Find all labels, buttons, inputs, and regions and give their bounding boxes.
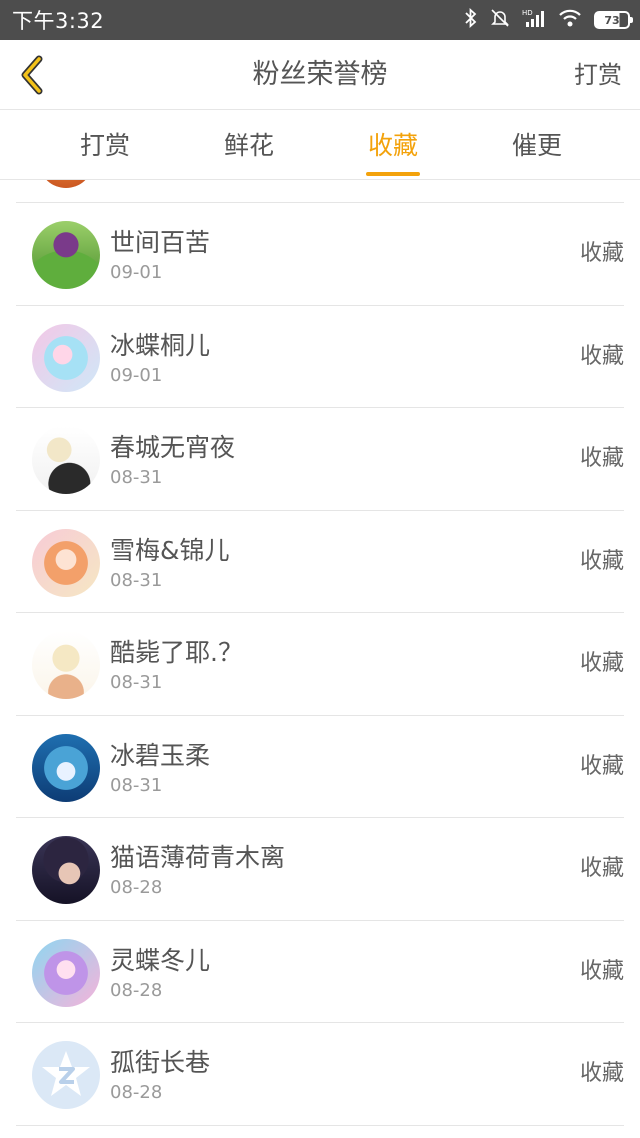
list-item[interactable]: 春城无宵夜 08-31 收藏 bbox=[16, 408, 624, 511]
fan-name: 雪梅&锦儿 bbox=[110, 535, 230, 565]
list-item[interactable]: 猫语薄荷青木离 08-28 收藏 bbox=[16, 818, 624, 921]
fan-date: 09-01 bbox=[110, 364, 163, 386]
fan-action: 收藏 bbox=[579, 856, 624, 881]
reward-button[interactable]: 打赏 bbox=[574, 40, 622, 110]
fan-action: 收藏 bbox=[579, 241, 624, 266]
list-item[interactable]: 酷毙了耶.？ 08-31 收藏 bbox=[16, 613, 624, 716]
tab-reward[interactable]: 打赏 bbox=[33, 110, 177, 180]
battery-level: 73 bbox=[604, 13, 620, 27]
fan-name: 春城无宵夜 bbox=[110, 433, 236, 462]
active-tab-indicator bbox=[366, 172, 420, 176]
svg-text:HD: HD bbox=[522, 9, 533, 17]
fan-date: 08-31 bbox=[110, 672, 163, 693]
fan-action: 收藏 bbox=[579, 446, 624, 471]
wifi-icon bbox=[558, 8, 582, 32]
fan-action: 收藏 bbox=[579, 958, 624, 984]
status-icons: HD 73 bbox=[464, 7, 633, 32]
fan-date: 08-28 bbox=[110, 877, 163, 898]
fan-date: 09-01 bbox=[110, 262, 163, 283]
fan-action: 收藏 bbox=[579, 343, 624, 369]
mute-icon bbox=[490, 8, 510, 32]
fan-date: 08-28 bbox=[110, 979, 163, 1001]
fan-name: 冰碧玉柔 bbox=[110, 740, 211, 770]
fan-date: 08-31 bbox=[110, 467, 163, 488]
list-item[interactable]: 灵蝶冬儿 08-28 收藏 bbox=[16, 921, 624, 1023]
tab-label: 收藏 bbox=[367, 131, 418, 160]
avatar bbox=[32, 426, 100, 494]
list-item[interactable]: 冰碧玉柔 08-31 收藏 bbox=[16, 716, 624, 818]
fan-list[interactable]: 世间百苦 09-01 收藏 冰蝶桐儿 09-01 收藏 春城无宵夜 08-31 … bbox=[0, 180, 640, 1138]
tab-flowers[interactable]: 鲜花 bbox=[177, 110, 321, 180]
fan-name: 世间百苦 bbox=[110, 228, 211, 257]
fan-name: 冰蝶桐儿 bbox=[110, 330, 211, 360]
avatar bbox=[40, 180, 92, 188]
avatar bbox=[32, 836, 100, 904]
page-title: 粉丝荣誉榜 bbox=[252, 59, 388, 90]
fan-rows: 世间百苦 09-01 收藏 冰蝶桐儿 09-01 收藏 春城无宵夜 08-31 … bbox=[0, 203, 640, 1126]
status-bar: 下午3:32 HD 73 bbox=[0, 0, 640, 40]
avatar bbox=[32, 733, 100, 802]
fan-action: 收藏 bbox=[579, 548, 624, 574]
fan-name: 猫语薄荷青木离 bbox=[110, 843, 286, 872]
battery-icon: 73 bbox=[594, 11, 633, 29]
tab-favorites[interactable]: 收藏 bbox=[321, 110, 465, 180]
back-button[interactable] bbox=[10, 52, 54, 98]
fan-date: 08-31 bbox=[110, 569, 163, 591]
avatar bbox=[32, 631, 100, 699]
status-time: 下午3:32 bbox=[12, 9, 105, 33]
tab-label: 打赏 bbox=[79, 131, 130, 160]
tab-urge-update[interactable]: 催更 bbox=[465, 110, 609, 180]
app-header: 粉丝荣誉榜 打赏 bbox=[0, 40, 640, 110]
fan-date: 08-28 bbox=[110, 1082, 163, 1103]
avatar bbox=[32, 323, 100, 392]
list-item[interactable]: 孤街长巷 08-28 收藏 bbox=[16, 1023, 624, 1126]
fan-name: 灵蝶冬儿 bbox=[110, 945, 211, 975]
list-item[interactable]: 世间百苦 09-01 收藏 bbox=[16, 203, 624, 306]
chevron-left-icon bbox=[21, 55, 43, 95]
fan-action: 收藏 bbox=[579, 651, 624, 676]
fan-name: 酷毙了耶.？ bbox=[110, 638, 243, 667]
list-item[interactable]: 雪梅&锦儿 08-31 收藏 bbox=[16, 511, 624, 613]
signal-icon: HD bbox=[522, 8, 546, 32]
fan-action: 收藏 bbox=[579, 753, 624, 779]
default-avatar-icon bbox=[32, 1041, 100, 1109]
avatar bbox=[32, 221, 100, 289]
list-item[interactable]: 冰蝶桐儿 09-01 收藏 bbox=[16, 306, 624, 408]
avatar bbox=[32, 528, 100, 597]
avatar bbox=[32, 938, 100, 1007]
fan-action: 收藏 bbox=[579, 1061, 624, 1086]
bluetooth-icon bbox=[464, 7, 478, 32]
tab-bar: 打赏 鲜花 收藏 催更 bbox=[0, 110, 640, 180]
tab-label: 鲜花 bbox=[223, 131, 274, 160]
fan-date: 08-31 bbox=[110, 774, 163, 796]
tab-label: 催更 bbox=[511, 131, 562, 160]
fan-name: 孤街长巷 bbox=[110, 1048, 211, 1077]
